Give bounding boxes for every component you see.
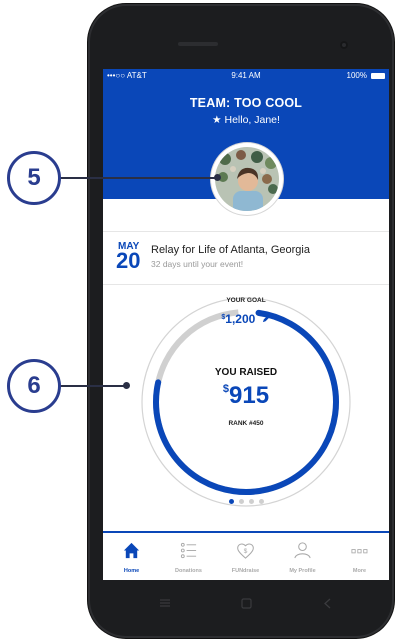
avatar-photo [215,147,279,211]
edit-pencil-icon[interactable] [262,314,271,323]
heart-dollar-icon: $ [237,543,254,559]
event-name: Relay for Life of Atlanta, Georgia [151,244,310,256]
callout-6: 6 [7,359,61,413]
greeting: ★ Hello, Jane! [103,114,389,126]
raised-label: YOU RAISED [214,367,278,378]
menu-icon[interactable] [159,598,171,608]
callout-6-pointer [123,382,130,389]
event-day: 20 [116,248,141,273]
tab-my-profile[interactable]: My Profile [274,533,331,580]
event-countdown: 32 days until your event! [151,259,244,269]
tab-fundraise[interactable]: $ FUNdraise [217,533,274,580]
tab-label-more: More [352,568,367,574]
star-icon: ★ [212,114,222,126]
goal-amount[interactable]: $1,200 [103,312,389,326]
more-icon [351,549,368,554]
page-dot[interactable] [228,499,234,504]
callout-5-leader [60,177,218,179]
page-indicator[interactable] [103,499,389,507]
page-dot[interactable] [238,499,244,504]
raised-value: 915 [229,382,270,409]
tab-home[interactable]: Home [103,533,160,580]
back-icon[interactable] [323,598,333,609]
goal-value: 1,200 [225,312,256,326]
battery-icon [371,73,385,79]
tab-donations[interactable]: Donations [160,533,217,580]
callout-5: 5 [7,151,61,205]
list-icon [180,542,197,559]
svg-text:$: $ [244,548,248,555]
tab-label-donations: Donations [175,568,202,574]
system-nav-bar [103,584,389,624]
greeting-text: Hello, Jane! [224,114,280,126]
app-screen: •••○○ AT&T 9:41 AM 100% TEAM: TOO COOL ★… [103,69,389,580]
home-icon [123,542,140,559]
status-bar: •••○○ AT&T 9:41 AM 100% [103,69,389,83]
page-dot[interactable] [258,499,264,504]
battery-percent: 100% [346,71,367,80]
rank-label: RANK #450 [228,420,264,427]
page-dot[interactable] [248,499,254,504]
goal-label: YOUR GOAL [226,297,266,304]
bottom-tab-bar: Home Donations $ FUNdraise My Profile Mo… [103,531,389,580]
team-title: TEAM: TOO COOL [189,96,303,110]
tab-label-home: Home [123,568,140,574]
profile-avatar[interactable] [211,143,283,215]
tab-label-fundraise: FUNdraise [231,568,260,574]
tab-more[interactable]: More [331,533,388,580]
raised-amount: $915 [103,382,389,410]
callout-6-leader [60,385,126,387]
home-square-icon[interactable] [241,598,252,609]
callout-5-pointer [214,174,221,181]
tab-label-profile: My Profile [289,568,316,574]
event-row[interactable]: MAY 20 Relay for Life of Atlanta, Georgi… [103,231,389,285]
speaker-grille [178,42,218,46]
front-camera [340,41,348,49]
user-icon [294,542,311,559]
